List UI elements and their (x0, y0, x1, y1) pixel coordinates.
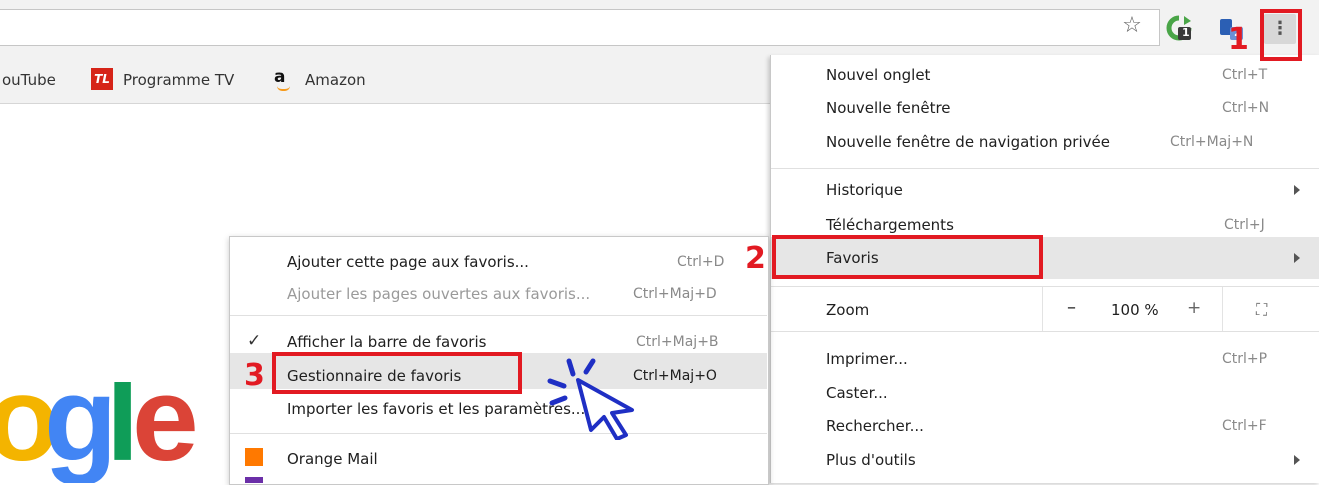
submenu-item-orange-mail[interactable]: Orange Mail (287, 449, 378, 469)
programme-tv-icon: TL (91, 68, 113, 90)
annotation-number-2: 2 (745, 241, 766, 276)
zoom-label: Zoom (826, 301, 870, 319)
annotation-box-step3 (272, 352, 522, 394)
logo-letter-e: e (132, 382, 199, 483)
google-logo: o g l e (0, 382, 200, 483)
fullscreen-icon[interactable]: ⛶ (1256, 300, 1267, 320)
annotation-box-step2 (772, 235, 1043, 279)
more-tools-submenu-arrow-icon (1294, 455, 1300, 465)
menu-item-find[interactable]: Rechercher... (826, 416, 924, 436)
shortcut-show-bookmarks-bar: Ctrl+Maj+B (636, 334, 719, 350)
annotation-number-3: 3 (244, 358, 265, 393)
menu-item-new-window[interactable]: Nouvelle fenêtre (826, 98, 951, 118)
menu-item-incognito[interactable]: Nouvelle fenêtre de navigation privée (826, 132, 1110, 152)
logo-letter-l: l (106, 382, 139, 483)
submenu-item-show-bookmarks-bar[interactable]: Afficher la barre de favoris (287, 332, 486, 352)
shortcut-print: Ctrl+P (1222, 351, 1268, 367)
submenu-item-bookmark-page[interactable]: Ajouter cette page aux favoris... (287, 252, 529, 272)
amazon-icon: a (274, 67, 294, 91)
extension-refresh-icon[interactable]: 1 (1166, 15, 1192, 41)
menu-separator (771, 331, 1319, 332)
annotation-number-1: 1 (1228, 22, 1249, 57)
menu-item-history[interactable]: Historique (826, 180, 903, 200)
shortcut-incognito: Ctrl+Maj+N (1170, 134, 1254, 150)
click-cursor-icon (540, 350, 650, 441)
extension1-badge: 1 (1182, 26, 1190, 39)
zoom-out-button[interactable]: – (1067, 298, 1076, 318)
bookmark-youtube[interactable]: ouTube (2, 66, 56, 94)
menu-item-downloads[interactable]: Téléchargements (826, 215, 954, 235)
orange-mail-icon (245, 448, 263, 466)
menu-item-more-tools[interactable]: Plus d'outils (826, 450, 916, 470)
shortcut-bookmark-page: Ctrl+D (677, 254, 725, 270)
submenu-item-bookmark-open-pages[interactable]: Ajouter les pages ouvertes aux favoris..… (287, 284, 590, 304)
bookmark-programme-tv[interactable]: Programme TV (123, 66, 234, 94)
bookmark-icon-partial (245, 477, 263, 483)
shortcut-new-tab: Ctrl+T (1222, 67, 1268, 83)
favoris-submenu-arrow-icon (1294, 253, 1300, 263)
history-submenu-arrow-icon (1294, 185, 1300, 195)
menu-item-new-tab[interactable]: Nouvel onglet (826, 65, 930, 85)
checkmark-icon: ✓ (247, 331, 262, 351)
menu-item-print[interactable]: Imprimer... (826, 349, 908, 369)
submenu-separator (230, 433, 767, 434)
submenu-separator (230, 315, 767, 316)
annotation-box-step1 (1260, 9, 1302, 61)
zoom-in-button[interactable]: + (1187, 298, 1201, 318)
menu-separator (771, 168, 1319, 169)
zoom-fullscreen-cell (1222, 287, 1319, 331)
shortcut-downloads: Ctrl+J (1224, 217, 1265, 233)
zoom-value: 100 % (1111, 301, 1159, 319)
bookmark-amazon[interactable]: Amazon (305, 66, 366, 94)
shortcut-new-window: Ctrl+N (1222, 100, 1270, 116)
address-bar[interactable] (0, 9, 1160, 46)
logo-letter-g: g (44, 382, 117, 483)
bookmark-star-icon[interactable]: ☆ (1120, 13, 1144, 39)
shortcut-find: Ctrl+F (1222, 418, 1267, 434)
menu-item-cast[interactable]: Caster... (826, 383, 888, 403)
shortcut-bookmark-open-pages: Ctrl+Maj+D (633, 286, 717, 302)
